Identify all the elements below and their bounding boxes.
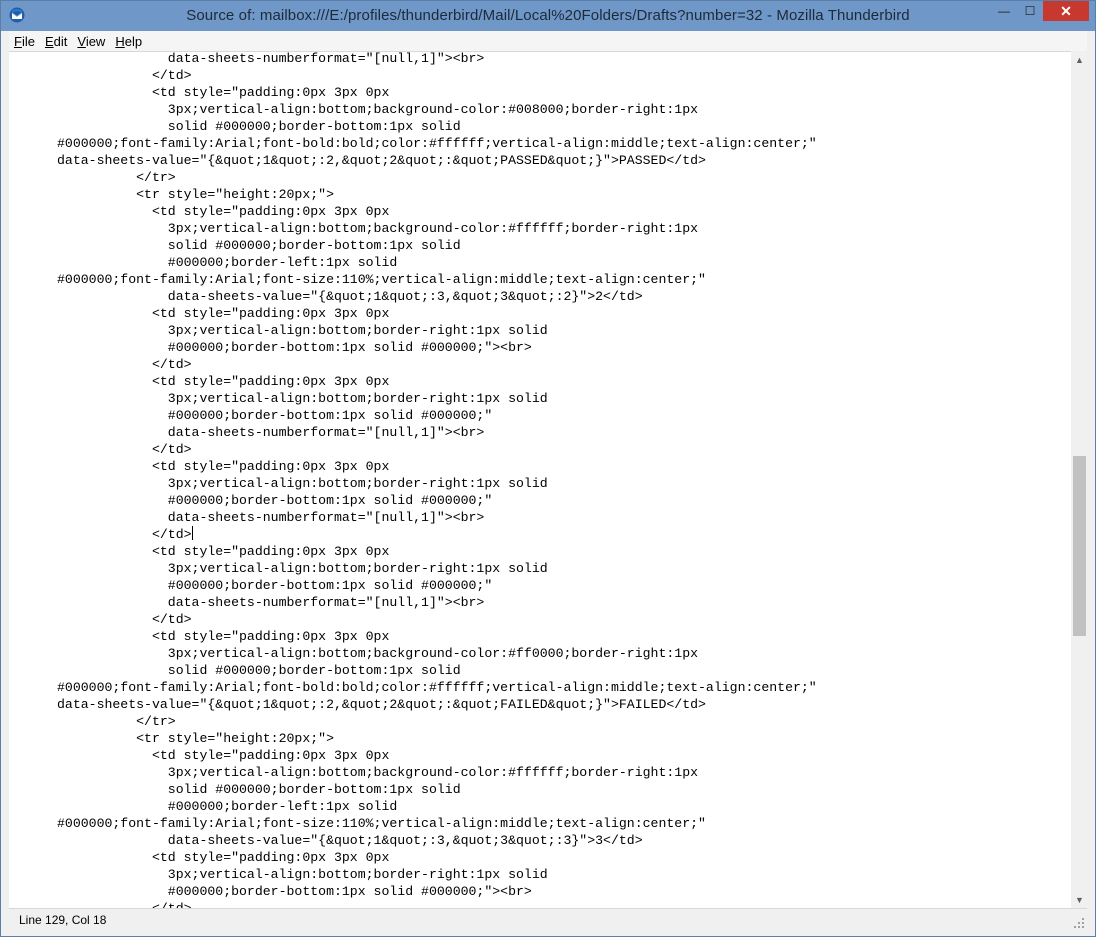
source-line: solid #000000;border-bottom:1px solid	[57, 119, 461, 134]
source-line: #000000;border-bottom:1px solid #000000;…	[57, 884, 532, 899]
source-line: <td style="padding:0px 3px 0px	[57, 748, 390, 763]
source-line: 3px;vertical-align:bottom;background-col…	[57, 765, 699, 780]
source-line: #000000;font-family:Arial;font-size:110%…	[57, 272, 706, 287]
source-line: data-sheets-numberformat="[null,1]"><br>	[57, 51, 485, 66]
source-line: #000000;border-bottom:1px solid #000000;…	[57, 340, 532, 355]
source-line: <tr style="height:20px;">	[57, 731, 334, 746]
source-line: 3px;vertical-align:bottom;border-right:1…	[57, 867, 548, 882]
source-line: 3px;vertical-align:bottom;border-right:1…	[57, 323, 548, 338]
source-view[interactable]: data-sheets-numberformat="[null,1]"><br>…	[9, 51, 1071, 909]
source-line: <td style="padding:0px 3px 0px	[57, 85, 390, 100]
source-line: data-sheets-value="{&quot;1&quot;:3,&quo…	[57, 289, 643, 304]
source-line: 3px;vertical-align:bottom;background-col…	[57, 221, 699, 236]
source-viewer-window: Source of: mailbox:///E:/profiles/thunde…	[0, 0, 1096, 937]
menu-view[interactable]: View	[72, 34, 110, 49]
source-line: solid #000000;border-bottom:1px solid	[57, 238, 461, 253]
source-line: data-sheets-numberformat="[null,1]"><br>	[57, 595, 485, 610]
source-line: data-sheets-value="{&quot;1&quot;:3,&quo…	[57, 833, 643, 848]
scroll-thumb[interactable]	[1073, 456, 1086, 636]
source-line: solid #000000;border-bottom:1px solid	[57, 782, 461, 797]
source-line: #000000;border-left:1px solid	[57, 255, 398, 270]
window-controls: — ☐ ✕	[991, 1, 1089, 23]
source-line: #000000;border-bottom:1px solid #000000;…	[57, 578, 493, 593]
source-line: 3px;vertical-align:bottom;border-right:1…	[57, 476, 548, 491]
source-line: </td>	[57, 612, 192, 627]
source-line: 3px;vertical-align:bottom;background-col…	[57, 646, 699, 661]
title-bar[interactable]: Source of: mailbox:///E:/profiles/thunde…	[1, 1, 1095, 31]
source-line: #000000;border-left:1px solid	[57, 799, 398, 814]
status-bar: Line 129, Col 18	[9, 908, 1087, 931]
source-line: 3px;vertical-align:bottom;border-right:1…	[57, 561, 548, 576]
source-line: #000000;border-bottom:1px solid #000000;…	[57, 408, 493, 423]
source-line: data-sheets-numberformat="[null,1]"><br>	[57, 510, 485, 525]
source-line: </td>	[57, 357, 192, 372]
source-line: </td>	[57, 442, 192, 457]
source-line: #000000;font-family:Arial;font-size:110%…	[57, 816, 706, 831]
source-line: #000000;border-bottom:1px solid #000000;…	[57, 493, 493, 508]
source-line: data-sheets-value="{&quot;1&quot;:2,&quo…	[57, 153, 706, 168]
source-line: <td style="padding:0px 3px 0px	[57, 850, 390, 865]
minimize-button[interactable]: —	[991, 1, 1017, 21]
source-line: solid #000000;border-bottom:1px solid	[57, 663, 461, 678]
scroll-up-button[interactable]: ▲	[1071, 51, 1088, 68]
menu-file[interactable]: File	[9, 34, 40, 49]
source-line: 3px;vertical-align:bottom;border-right:1…	[57, 391, 548, 406]
cursor-position: Line 129, Col 18	[19, 913, 107, 927]
source-line: </tr>	[57, 170, 176, 185]
menu-help[interactable]: Help	[110, 34, 147, 49]
maximize-button[interactable]: ☐	[1017, 1, 1043, 21]
close-button[interactable]: ✕	[1043, 1, 1089, 21]
resize-grip-icon[interactable]	[1073, 917, 1085, 929]
source-line: <td style="padding:0px 3px 0px	[57, 306, 390, 321]
scroll-down-button[interactable]: ▼	[1071, 891, 1088, 908]
window-title: Source of: mailbox:///E:/profiles/thunde…	[186, 7, 910, 24]
source-line: 3px;vertical-align:bottom;background-col…	[57, 102, 699, 117]
source-line: <td style="padding:0px 3px 0px	[57, 374, 390, 389]
source-line: <td style="padding:0px 3px 0px	[57, 544, 390, 559]
source-line: <td style="padding:0px 3px 0px	[57, 204, 390, 219]
source-line: <td style="padding:0px 3px 0px	[57, 459, 390, 474]
source-line: <td style="padding:0px 3px 0px	[57, 629, 390, 644]
source-line: <tr style="height:20px;">	[57, 187, 334, 202]
source-line: </td>	[57, 68, 192, 83]
source-line: </td>	[57, 526, 193, 542]
source-line: data-sheets-numberformat="[null,1]"><br>	[57, 425, 485, 440]
text-caret	[191, 526, 193, 540]
source-line: #000000;font-family:Arial;font-bold:bold…	[57, 680, 817, 695]
source-line: data-sheets-value="{&quot;1&quot;:2,&quo…	[57, 697, 706, 712]
source-line: </tr>	[57, 714, 176, 729]
menu-edit[interactable]: Edit	[40, 34, 72, 49]
source-line: #000000;font-family:Arial;font-bold:bold…	[57, 136, 817, 151]
vertical-scrollbar[interactable]: ▲ ▼	[1071, 51, 1088, 908]
menu-bar: File Edit View Help	[9, 31, 1087, 51]
